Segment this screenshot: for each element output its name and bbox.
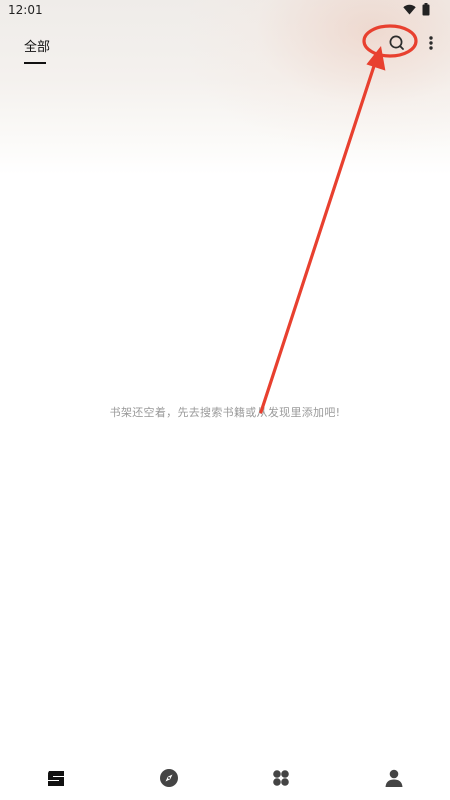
- bookshelf-header: 全部: [0, 22, 450, 72]
- bottom-nav: [0, 758, 450, 800]
- nav-item-apps[interactable]: [269, 766, 293, 790]
- empty-bookshelf-hint: 书架还空着，先去搜索书籍或从发现里添加吧!: [109, 406, 341, 419]
- status-time: 12:01: [8, 3, 43, 17]
- status-bar: 12:01: [0, 0, 450, 22]
- nav-item-bookshelf[interactable]: [44, 766, 68, 790]
- tab-active-indicator: [24, 62, 46, 64]
- search-button[interactable]: [386, 32, 408, 54]
- status-icons: [403, 3, 430, 16]
- more-options-button[interactable]: [424, 32, 438, 54]
- wifi-icon: [403, 4, 416, 15]
- nav-item-discover[interactable]: [157, 766, 181, 790]
- nav-item-profile[interactable]: [382, 766, 406, 790]
- more-vert-icon: [424, 36, 438, 58]
- grid-apps-icon: [269, 766, 293, 790]
- compass-icon: [157, 766, 181, 790]
- person-icon: [382, 766, 406, 790]
- search-icon: [386, 35, 408, 58]
- bookshelf-icon: [44, 766, 68, 790]
- tab-all[interactable]: 全部: [24, 36, 50, 55]
- battery-icon: [422, 3, 430, 16]
